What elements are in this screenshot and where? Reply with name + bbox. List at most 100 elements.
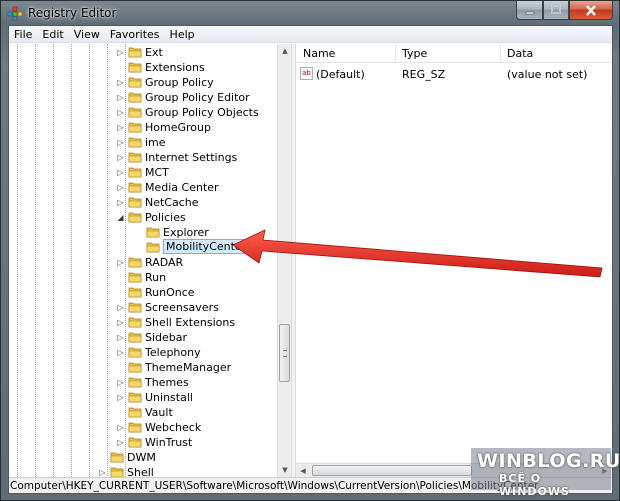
menu-edit[interactable]: Edit (37, 26, 68, 42)
column-data[interactable]: Data (507, 47, 533, 60)
tree-scroll-thumb[interactable] (279, 324, 290, 382)
collapsed-triangle-icon[interactable]: ▷ (116, 153, 125, 162)
collapsed-triangle-icon[interactable]: ▷ (116, 78, 125, 87)
tree-node[interactable]: ▷ Screensavers (9, 300, 291, 315)
tree-node[interactable]: ▷ Group Policy Editor (9, 90, 291, 105)
tree-node-label[interactable]: Vault (145, 406, 173, 419)
tree-node-label[interactable]: Screensavers (145, 301, 219, 314)
tree-node-label[interactable]: Group Policy Objects (145, 106, 259, 119)
tree-node-label[interactable]: Webcheck (145, 421, 201, 434)
collapsed-triangle-icon[interactable]: ▷ (116, 198, 125, 207)
tree-node[interactable]: Vault (9, 405, 291, 420)
menu-file[interactable]: File (9, 26, 37, 42)
collapsed-triangle-icon[interactable]: ▷ (116, 93, 125, 102)
scroll-up-arrow-icon[interactable]: ▲ (278, 44, 291, 58)
collapsed-triangle-icon[interactable]: ▷ (116, 378, 125, 387)
tree-node[interactable]: ThemeManager (9, 360, 291, 375)
tree-node[interactable]: ▷ Shell (9, 465, 291, 477)
collapsed-triangle-icon[interactable]: ▷ (116, 333, 125, 342)
tree-node[interactable]: ▷ Group Policy Objects (9, 105, 291, 120)
scroll-down-arrow-icon[interactable]: ▼ (278, 463, 291, 477)
tree-node[interactable]: ▷ Group Policy (9, 75, 291, 90)
tree-node-label[interactable]: RunOnce (145, 286, 195, 299)
column-type[interactable]: Type (402, 47, 427, 60)
collapsed-triangle-icon[interactable]: ▷ (98, 468, 107, 477)
tree-node-label[interactable]: Internet Settings (145, 151, 237, 164)
expanded-triangle-icon[interactable]: ◢ (116, 213, 125, 222)
tree-node[interactable]: ◢ Policies (9, 210, 291, 225)
tree-node-label[interactable]: NetCache (145, 196, 199, 209)
collapsed-triangle-icon[interactable]: ▷ (116, 108, 125, 117)
collapsed-triangle-icon[interactable]: ▷ (116, 423, 125, 432)
collapsed-triangle-icon[interactable]: ▷ (116, 138, 125, 147)
tree-node-label[interactable]: Explorer (163, 226, 209, 239)
tree-node-label[interactable]: Extensions (145, 61, 205, 74)
tree-node[interactable]: ▷ MCT (9, 165, 291, 180)
tree-node[interactable]: ▷ WinTrust (9, 435, 291, 450)
tree-node-label[interactable]: Uninstall (145, 391, 193, 404)
collapsed-triangle-icon[interactable]: ▷ (116, 438, 125, 447)
tree-node[interactable]: ▷ Webcheck (9, 420, 291, 435)
list-scroll-thumb[interactable] (312, 465, 472, 476)
tree-node-label[interactable]: Shell (127, 466, 154, 477)
tree-node-label[interactable]: Ext (145, 46, 163, 59)
tree-node-label[interactable]: Sidebar (145, 331, 187, 344)
tree-node-label[interactable]: DWM (127, 451, 156, 464)
tree-node[interactable]: Explorer (9, 225, 291, 240)
tree-node-label[interactable]: Run (145, 271, 166, 284)
tree-node-label[interactable]: Media Center (145, 181, 219, 194)
tree-node-label[interactable]: Themes (145, 376, 189, 389)
tree-node[interactable]: ▷ RADAR (9, 255, 291, 270)
tree-node[interactable]: Run (9, 270, 291, 285)
collapsed-triangle-icon[interactable]: ▷ (116, 168, 125, 177)
tree-node[interactable]: ▷ Themes (9, 375, 291, 390)
tree-node-label[interactable]: MobilityCenter (163, 239, 250, 254)
values-list[interactable]: Name Type Data ab (Default) REG_SZ (valu… (296, 44, 612, 477)
menu-favorites[interactable]: Favorites (105, 26, 165, 42)
tree-node[interactable]: ▷ ime (9, 135, 291, 150)
menu-help[interactable]: Help (165, 26, 200, 42)
collapsed-triangle-icon[interactable]: ▷ (116, 348, 125, 357)
tree-node[interactable]: ▷ NetCache (9, 195, 291, 210)
tree-node-label[interactable]: ThemeManager (145, 361, 231, 374)
menu-view[interactable]: View (69, 26, 105, 42)
collapsed-triangle-icon[interactable]: ▷ (116, 48, 125, 57)
tree-node-label[interactable]: Shell Extensions (145, 316, 235, 329)
collapsed-triangle-icon[interactable]: ▷ (116, 303, 125, 312)
column-name[interactable]: Name (303, 47, 335, 60)
tree-node-label[interactable]: WinTrust (145, 436, 192, 449)
minimize-button[interactable] (516, 1, 543, 20)
tree-node[interactable]: ▷ Uninstall (9, 390, 291, 405)
tree-node-label[interactable]: Group Policy (145, 76, 214, 89)
list-row[interactable]: ab (Default) REG_SZ (value not set) (296, 66, 612, 82)
tree-node-label[interactable]: MCT (145, 166, 169, 179)
collapsed-triangle-icon[interactable]: ▷ (116, 393, 125, 402)
collapsed-triangle-icon[interactable]: ▷ (116, 183, 125, 192)
collapsed-triangle-icon[interactable]: ▷ (116, 318, 125, 327)
tree-node-label[interactable]: HomeGroup (145, 121, 211, 134)
tree-node[interactable]: DWM (9, 450, 291, 465)
tree-node[interactable]: ▷ Ext (9, 45, 291, 60)
title-bar[interactable]: Registry Editor (1, 1, 619, 25)
collapsed-triangle-icon[interactable]: ▷ (116, 123, 125, 132)
tree-node[interactable]: ▷ Sidebar (9, 330, 291, 345)
tree-node-label[interactable]: Group Policy Editor (145, 91, 250, 104)
tree-node-label[interactable]: RADAR (145, 256, 183, 269)
tree-node[interactable]: ▷ Shell Extensions (9, 315, 291, 330)
scroll-left-arrow-icon[interactable]: ◀ (296, 464, 310, 477)
tree-node-label[interactable]: Policies (145, 211, 186, 224)
close-button[interactable] (569, 1, 613, 20)
tree-node[interactable]: MobilityCenter (9, 239, 291, 255)
tree-node[interactable]: ▷ Telephony (9, 345, 291, 360)
tree-node[interactable]: Extensions (9, 60, 291, 75)
maximize-button[interactable] (543, 1, 569, 20)
tree-node[interactable]: ▷ Internet Settings (9, 150, 291, 165)
tree-vertical-scrollbar[interactable]: ▲ ▼ (277, 44, 291, 477)
tree-node-label[interactable]: ime (145, 136, 166, 149)
registry-tree[interactable]: ▷ Ext Extensions ▷ Group Policy ▷ Group Policy… (9, 44, 291, 477)
collapsed-triangle-icon[interactable]: ▷ (116, 258, 125, 267)
tree-node[interactable]: ▷ Media Center (9, 180, 291, 195)
tree-node-label[interactable]: Telephony (145, 346, 201, 359)
tree-node[interactable]: RunOnce (9, 285, 291, 300)
tree-node[interactable]: ▷ HomeGroup (9, 120, 291, 135)
